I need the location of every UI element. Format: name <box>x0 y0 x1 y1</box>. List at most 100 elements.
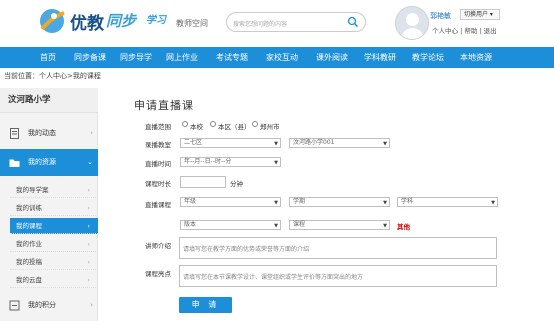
document-icon <box>10 128 19 139</box>
chevron-right-icon: › <box>87 186 90 194</box>
switch-user-label: 切换用户 <box>464 11 489 18</box>
sidebar: 汶河路小学 我的动态 › 我的资源 ⌄ 我的导学案 › 我的训练 › 我的课程 › 我… <box>0 88 98 321</box>
chevron-down-icon: ⌄ <box>87 158 93 166</box>
nav-online-homework[interactable]: 网上作业 <box>160 47 204 68</box>
dropdown-arrow-icon: ▼ <box>491 200 495 206</box>
highlight-label: 课程亮点 <box>145 270 171 278</box>
nav-extra-reading[interactable]: 课外阅读 <box>310 47 354 68</box>
brand-subtitle: 教师空间 <box>176 19 208 28</box>
duration-input[interactable] <box>180 176 226 188</box>
range-label: 直播范围 <box>145 123 171 131</box>
subject-select[interactable]: 学科 ▼ <box>397 197 498 207</box>
sidebar-item-dynamics[interactable]: 我的动态 › <box>0 120 98 147</box>
chevron-right-icon: › <box>87 204 90 212</box>
nav-local-resources[interactable]: 本地资源 <box>454 47 498 68</box>
sidebar-sub-training[interactable]: 我的训练 › <box>10 200 98 216</box>
course-highlight-textarea[interactable]: 请填写您在本节课教学设计、课堂组织或学生评价等方面突出的地方 <box>179 265 497 287</box>
sidebar-item-label: 我的资源 <box>28 158 56 166</box>
room-district-select[interactable]: 二七区 ▼ <box>180 138 281 148</box>
nav-forum[interactable]: 教学论坛 <box>406 47 450 68</box>
sidebar-sub-label: 我的课程 <box>16 222 42 230</box>
chevron-right-icon: › <box>87 258 90 266</box>
range-radio-city[interactable] <box>252 121 258 127</box>
room-district-value: 二七区 <box>184 139 203 146</box>
dropdown-arrow-icon: ▼ <box>274 223 278 229</box>
page-title: 申请直播课 <box>134 99 194 112</box>
nav-home-school[interactable]: 家校互动 <box>260 47 304 68</box>
teacher-intro-textarea[interactable]: 请填写您在教学方面的优势或荣誉等方面的介绍 <box>179 237 497 259</box>
username[interactable]: 郭艳敏 <box>430 11 451 21</box>
sidebar-item-label: 我的积分 <box>28 301 56 309</box>
brand-study: 学习 <box>146 15 166 26</box>
teacher-label: 讲师介绍 <box>145 242 171 250</box>
range-radio-school[interactable] <box>182 121 188 127</box>
avatar-head <box>406 13 419 26</box>
time-placeholder: 年--月--日--时--分 <box>184 158 232 165</box>
time-picker[interactable]: 年--月--日--时--分 ▼ <box>180 157 281 167</box>
chevron-right-icon: › <box>90 301 93 309</box>
term-select[interactable]: 学期 ▼ <box>289 197 390 207</box>
search-placeholder: 搜索您想问题的内容 <box>233 21 288 28</box>
range-option-label: 郑州市 <box>260 123 280 131</box>
range-radio-district[interactable] <box>210 121 216 127</box>
nav-sync-prep[interactable]: 同步备课 <box>68 47 112 68</box>
teacher-placeholder: 请填写您在教学方面的优势或荣誉等方面的介绍 <box>183 246 310 253</box>
breadcrumb: 当前位置：个人中心>我的课程 <box>4 72 101 80</box>
lesson-select[interactable]: 课程 ▼ <box>289 220 390 230</box>
sidebar-sub-label: 我的作业 <box>16 240 42 248</box>
term-placeholder: 学期 <box>293 198 306 205</box>
chevron-right-icon: › <box>87 222 90 230</box>
user-links[interactable]: 个人中心 | 帮助 | 退出 <box>432 25 497 35</box>
room-school-value: 汶河路小学001 <box>293 139 335 146</box>
grade-select[interactable]: 年级 ▼ <box>180 197 281 207</box>
dropdown-arrow-icon: ▼ <box>274 160 278 166</box>
sidebar-sub-label: 我的导学案 <box>16 186 49 194</box>
sidebar-sub-submissions[interactable]: 我的投稿 › <box>10 254 98 270</box>
dropdown-arrow-icon: ▼ <box>383 223 387 229</box>
search-input[interactable]: 搜索您想问题的内容 <box>226 12 366 32</box>
logo-icon <box>40 9 65 33</box>
edition-placeholder: 版本 <box>184 221 197 228</box>
lesson-placeholder: 课程 <box>293 221 306 228</box>
top-header: 优教 同步 学习 教师空间 搜索您想问题的内容 郭艳敏 切换用户 ▾ 个人中心 … <box>0 0 554 46</box>
folder-icon <box>9 159 20 167</box>
room-label: 录播教室 <box>145 141 171 149</box>
duration-label: 课程时长 <box>145 180 171 188</box>
sidebar-item-resources[interactable]: 我的资源 ⌄ <box>0 149 98 176</box>
dropdown-arrow-icon: ▼ <box>383 200 387 206</box>
sidebar-sub-guide[interactable]: 我的导学案 › <box>10 182 98 198</box>
dropdown-arrow-icon: ▼ <box>383 141 387 147</box>
edition-select[interactable]: 版本 ▼ <box>180 220 281 230</box>
grade-placeholder: 年级 <box>184 198 197 205</box>
coin-icon <box>9 300 20 311</box>
search-icon[interactable] <box>347 16 359 28</box>
sidebar-sub-homework[interactable]: 我的作业 › <box>10 236 98 252</box>
course-label: 直播课程 <box>145 201 171 209</box>
sidebar-sub-label: 我的投稿 <box>16 258 42 266</box>
nav-sync-guide[interactable]: 同步导学 <box>114 47 158 68</box>
sidebar-sub-label: 我的云盘 <box>16 276 42 284</box>
brand-sync: 同步 <box>106 12 137 30</box>
other-link[interactable]: 其他 <box>397 221 410 231</box>
switch-user-select[interactable]: 切换用户 ▾ <box>460 9 500 20</box>
subject-placeholder: 学科 <box>401 198 414 205</box>
sidebar-item-points[interactable]: 我的积分 › <box>0 292 98 319</box>
highlight-placeholder: 请填写您在本节课教学设计、课堂组织或学生评价等方面突出的地方 <box>183 274 364 281</box>
sidebar-sub-cloud[interactable]: 我的云盘 › <box>10 272 98 288</box>
duration-unit: 分钟 <box>230 180 243 188</box>
nav-subject-research[interactable]: 学科教研 <box>358 47 402 68</box>
nav-exam-topics[interactable]: 考试专题 <box>210 47 254 68</box>
avatar-body <box>401 28 424 39</box>
chevron-right-icon: › <box>87 240 90 248</box>
submit-button[interactable]: 申 请 <box>179 297 232 313</box>
sidebar-sub-courses[interactable]: 我的课程 › <box>10 218 98 234</box>
range-option-label: 本校 <box>190 123 203 131</box>
room-school-select[interactable]: 汶河路小学001 ▼ <box>289 138 390 148</box>
range-option-label: 本区（县） <box>218 123 251 131</box>
nav-home[interactable]: 首页 <box>30 47 66 68</box>
avatar[interactable] <box>395 6 429 40</box>
school-name: 汶河路小学 <box>0 88 98 113</box>
dropdown-arrow-icon: ▼ <box>274 200 278 206</box>
sidebar-sub-label: 我的训练 <box>16 204 42 212</box>
main-nav: 首页 同步备课 同步导学 网上作业 考试专题 家校互动 课外阅读 学科教研 教学… <box>0 47 554 68</box>
